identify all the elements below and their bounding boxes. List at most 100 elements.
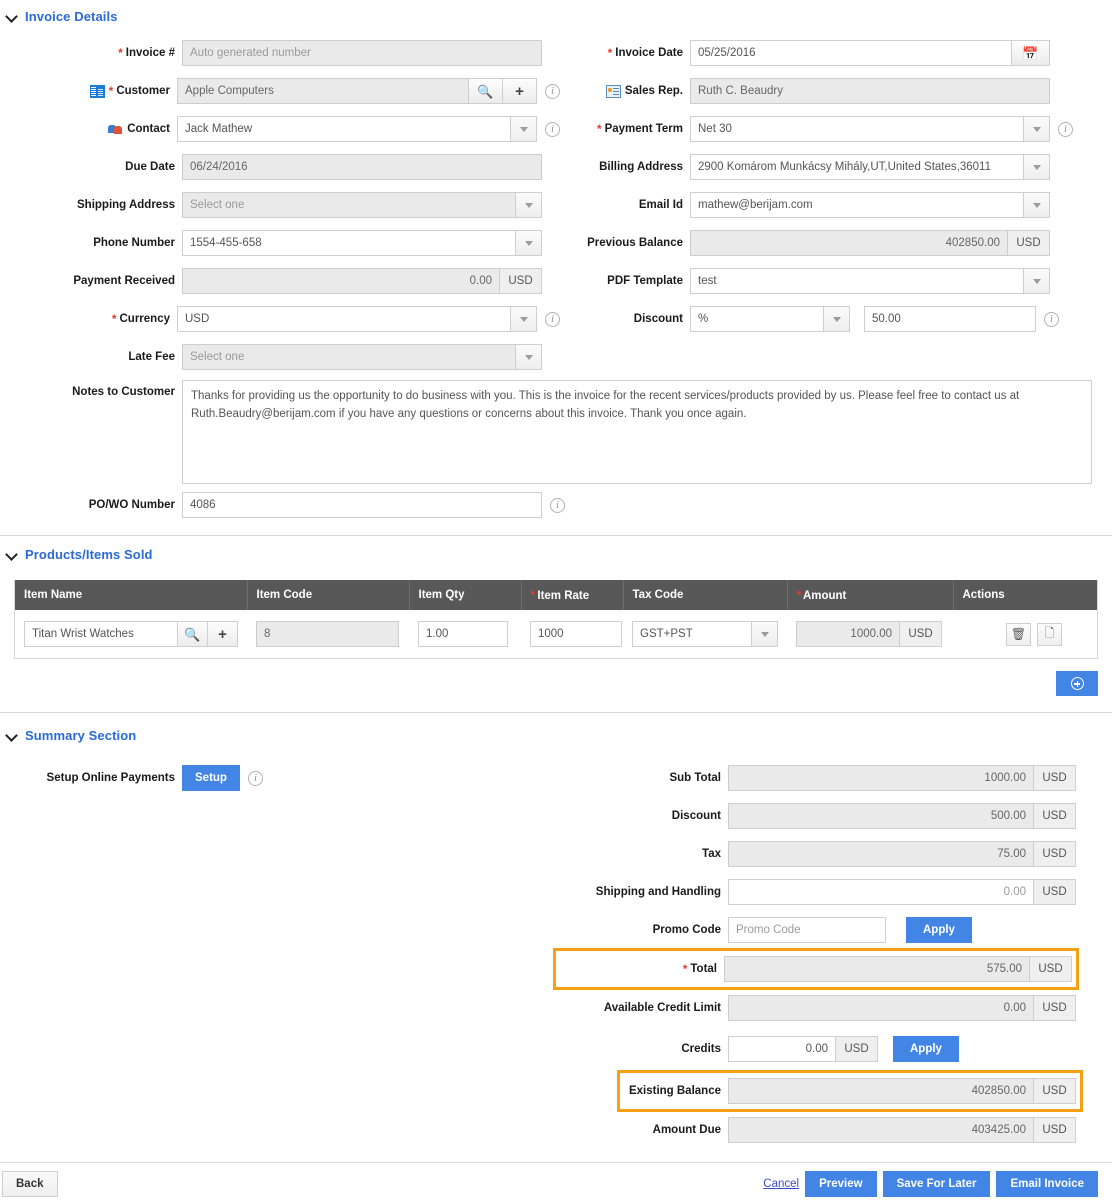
payment-term-dropdown-caret[interactable]	[1024, 116, 1050, 142]
field-row-billing-address: Billing Address 2900 Komárom Munkácsy Mi…	[560, 148, 1112, 186]
section-header-invoice-details[interactable]: Invoice Details	[0, 4, 1112, 28]
control-tax: 75.00 USD	[728, 841, 1076, 867]
chevron-down-icon	[6, 10, 18, 22]
col-actions: Actions	[953, 580, 1097, 610]
label-sales-rep: Sales Rep.	[560, 84, 690, 98]
field-row-email-id: Email Id mathew@berijam.com	[560, 186, 1112, 224]
email-invoice-button[interactable]: Email Invoice	[996, 1170, 1098, 1197]
item-qty-input[interactable]: 1.00	[418, 621, 508, 647]
label-payment-received: Payment Received	[73, 275, 175, 287]
phone-number-select-value[interactable]: 1554-455-658	[182, 230, 516, 256]
payment-term-select-value[interactable]: Net 30	[690, 116, 1024, 142]
setup-online-payments-button[interactable]: Setup	[182, 765, 240, 791]
required-marker: *	[530, 587, 536, 602]
control-sub-total: 1000.00 USD	[728, 765, 1076, 791]
control-previous-balance: 402850.00 USD	[690, 230, 1050, 256]
field-row-customer: * Customer Apple Computers 🔍 + i	[0, 72, 560, 110]
sales-rep-input: Ruth C. Beaudry	[690, 78, 1050, 104]
preview-button[interactable]: Preview	[805, 1170, 877, 1197]
po-wo-number-info-icon[interactable]: i	[550, 497, 565, 513]
field-row-pdf-template: PDF Template test	[560, 262, 1112, 300]
label-late-fee: Late Fee	[128, 351, 175, 363]
discount-value-input[interactable]: 50.00	[864, 306, 1036, 332]
notes-to-customer-textarea[interactable]	[182, 380, 1092, 484]
amount-due-currency: USD	[1034, 1117, 1076, 1143]
billing-address-select-value[interactable]: 2900 Komárom Munkácsy Mihály,UT,United S…	[690, 154, 1024, 180]
customer-info-icon[interactable]: i	[545, 83, 560, 99]
total-highlight-box: * Total 575.00 USD	[553, 948, 1079, 990]
promo-code-input[interactable]: Promo Code	[728, 917, 886, 943]
currency-info-icon[interactable]: i	[545, 311, 560, 327]
invoice-details-body: * Invoice # Auto generated number * Cust…	[0, 34, 1112, 376]
field-row-sub-total: Sub Total 1000.00 USD	[560, 759, 1112, 797]
cancel-link[interactable]: Cancel	[763, 1178, 799, 1190]
discount-type-dropdown-caret[interactable]	[824, 306, 850, 332]
pdf-template-select-value[interactable]: test	[690, 268, 1024, 294]
customer-search-button[interactable]: 🔍	[469, 78, 503, 104]
amount-currency: USD	[900, 621, 942, 647]
back-button[interactable]: Back	[2, 1170, 58, 1197]
setup-online-payments-info-icon[interactable]: i	[247, 770, 263, 786]
control-discount-summary: 500.00 USD	[728, 803, 1076, 829]
invoice-details-right-column: * Invoice Date 05/25/2016 📅 Sales Rep. R…	[560, 34, 1112, 376]
label-promo-code: Promo Code	[652, 924, 721, 936]
field-row-discount-summary: Discount 500.00 USD	[560, 797, 1112, 835]
discount-info-icon[interactable]: i	[1044, 311, 1059, 327]
credits-input[interactable]: 0.00	[728, 1036, 836, 1062]
payment-term-info-icon[interactable]: i	[1058, 121, 1073, 137]
shipping-address-dropdown-caret[interactable]	[516, 192, 542, 218]
required-marker: *	[682, 962, 688, 976]
control-currency: USD i	[177, 306, 560, 332]
item-name-search-button[interactable]: 🔍	[178, 621, 208, 647]
footer-right-actions: Cancel Preview Save For Later Email Invo…	[763, 1170, 1112, 1197]
contact-dropdown-caret[interactable]	[511, 116, 537, 142]
phone-number-dropdown-caret[interactable]	[516, 230, 542, 256]
add-item-row-button[interactable]	[1056, 671, 1098, 696]
section-title-summary: Summary Section	[25, 727, 137, 743]
control-late-fee: Select one	[182, 344, 542, 370]
save-for-later-button[interactable]: Save For Later	[882, 1170, 991, 1197]
items-table-wrapper: Item Name Item Code Item Qty * Item Rate…	[14, 580, 1098, 659]
control-customer: Apple Computers 🔍 + i	[177, 78, 560, 104]
due-date-input: 06/24/2016	[182, 154, 542, 180]
item-name-add-button[interactable]: +	[208, 621, 238, 647]
customer-input[interactable]: Apple Computers	[177, 78, 469, 104]
contact-select-value[interactable]: Jack Mathew	[177, 116, 511, 142]
email-id-dropdown-caret[interactable]	[1024, 192, 1050, 218]
chevron-down-icon	[6, 548, 18, 560]
cell-amount: 1000.00 USD	[787, 610, 953, 658]
shipping-handling-input[interactable]: 0.00	[728, 879, 1034, 905]
section-header-summary[interactable]: Summary Section	[0, 723, 1112, 747]
po-wo-number-input[interactable]: 4086	[182, 492, 542, 518]
item-rate-input[interactable]: 1000	[530, 621, 622, 647]
label-credits: Credits	[681, 1043, 721, 1055]
shipping-address-select-value[interactable]: Select one	[182, 192, 516, 218]
invoice-date-picker-button[interactable]: 📅	[1012, 40, 1050, 66]
control-discount: % 50.00 i	[690, 306, 1059, 332]
late-fee-select-value[interactable]: Select one	[182, 344, 516, 370]
pdf-template-dropdown-caret[interactable]	[1024, 268, 1050, 294]
item-name-input[interactable]: Titan Wrist Watches	[24, 621, 178, 647]
existing-balance-value: 402850.00	[728, 1078, 1034, 1104]
control-promo-code: Promo Code Apply	[728, 917, 972, 943]
discount-summary-value: 500.00	[728, 803, 1034, 829]
credits-apply-button[interactable]: Apply	[893, 1036, 959, 1062]
currency-dropdown-caret[interactable]	[511, 306, 537, 332]
copy-row-button[interactable]: 🗋	[1037, 622, 1062, 646]
label-due-date: Due Date	[125, 161, 175, 173]
section-header-products[interactable]: Products/Items Sold	[0, 542, 1112, 566]
promo-code-apply-button[interactable]: Apply	[906, 917, 972, 943]
field-row-tax: Tax 75.00 USD	[560, 835, 1112, 873]
billing-address-dropdown-caret[interactable]	[1024, 154, 1050, 180]
email-id-select-value[interactable]: mathew@berijam.com	[690, 192, 1024, 218]
tax-code-dropdown-caret[interactable]	[752, 621, 778, 647]
available-credit-limit-currency: USD	[1034, 995, 1076, 1021]
tax-code-select-value[interactable]: GST+PST	[632, 621, 752, 647]
contact-info-icon[interactable]: i	[545, 121, 560, 137]
customer-add-button[interactable]: +	[503, 78, 537, 104]
invoice-date-input[interactable]: 05/25/2016	[690, 40, 1012, 66]
late-fee-dropdown-caret[interactable]	[516, 344, 542, 370]
discount-type-select-value[interactable]: %	[690, 306, 824, 332]
currency-select-value[interactable]: USD	[177, 306, 511, 332]
delete-row-button[interactable]: 🗑	[1006, 622, 1031, 646]
